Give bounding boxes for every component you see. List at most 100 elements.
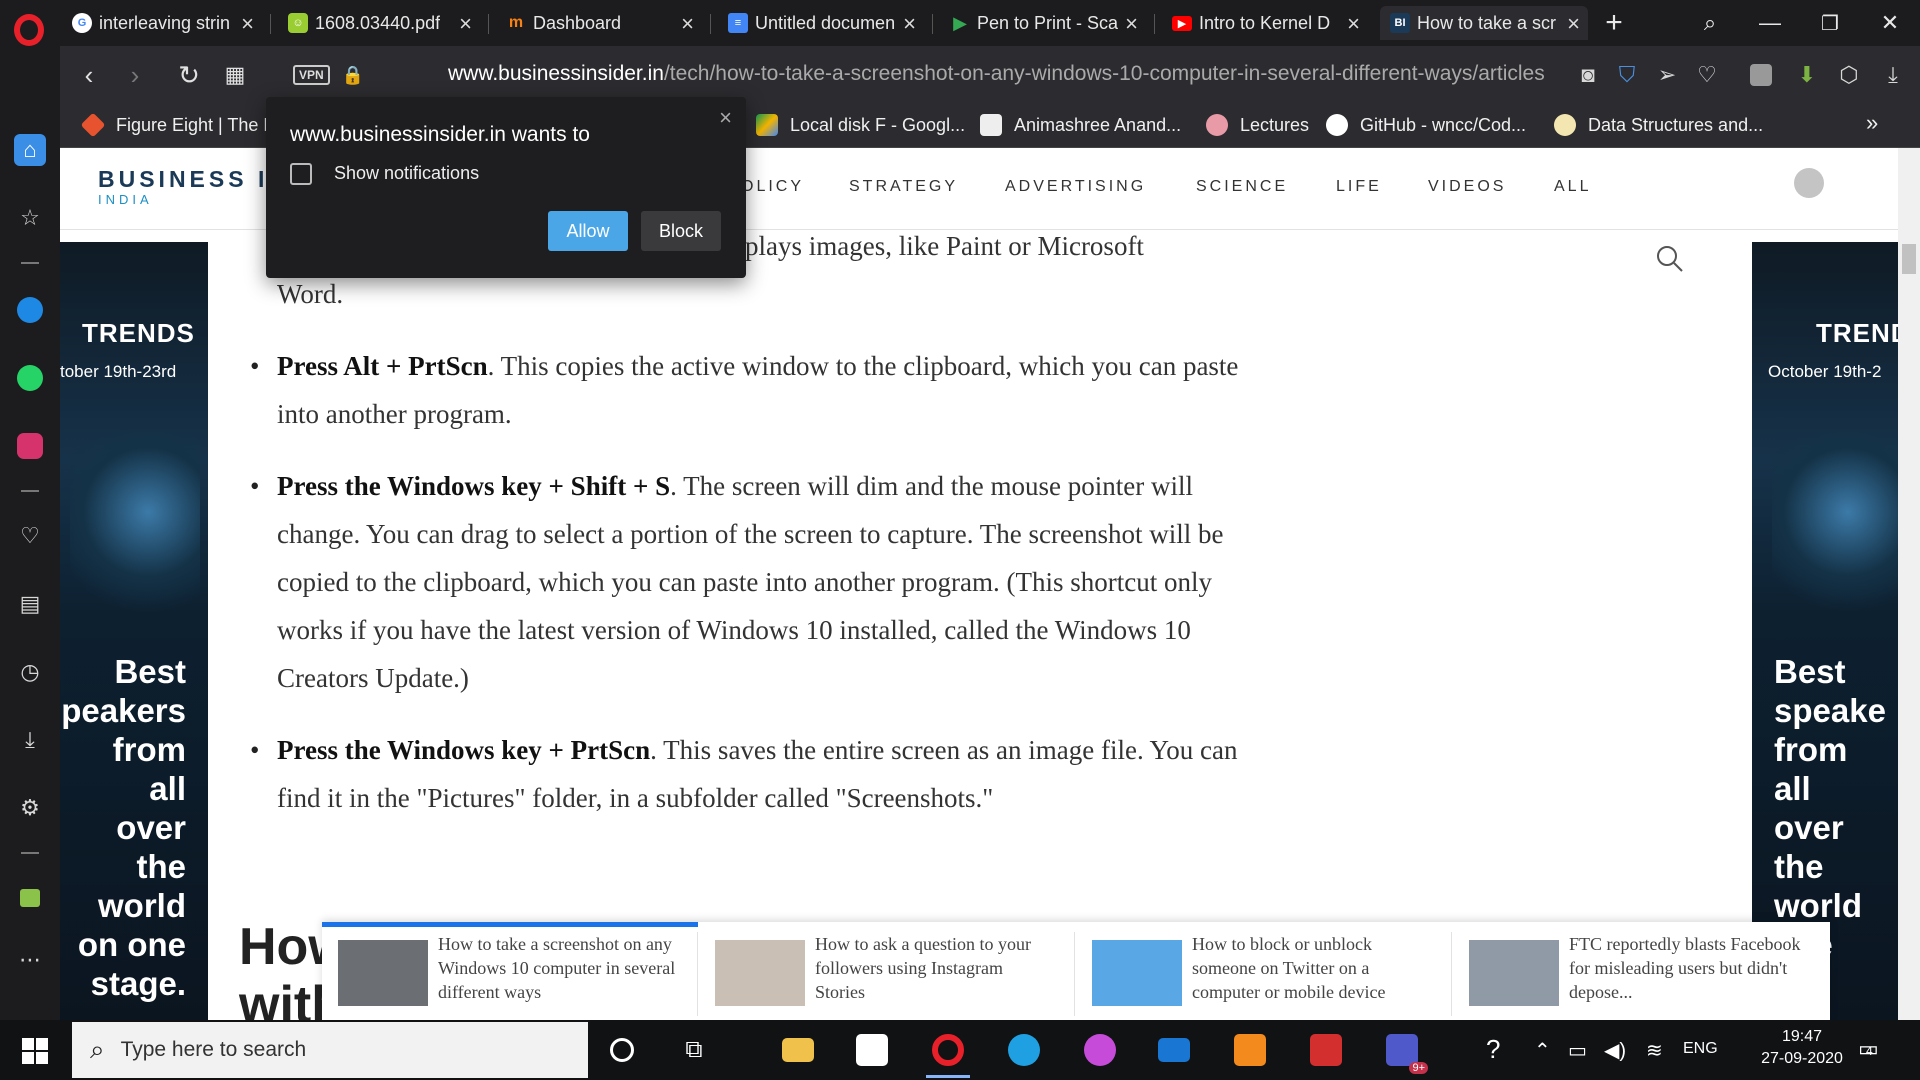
back-icon[interactable]: ‹: [72, 58, 106, 92]
battery-icon[interactable]: ▭: [1568, 1038, 1587, 1063]
shield-icon[interactable]: ⛉: [1612, 60, 1642, 90]
cortana-icon[interactable]: [600, 1028, 644, 1072]
home-icon[interactable]: ⌂: [14, 134, 46, 166]
task-view-icon[interactable]: ⧉: [672, 1028, 716, 1072]
tab[interactable]: ≡ Untitled documen ×: [718, 6, 924, 40]
left-ad-banner[interactable]: TRENDS tober 19th-23rd Best peakers from…: [60, 242, 208, 1020]
related-story[interactable]: How to take a screenshot on any Windows …: [322, 932, 698, 1016]
lock-icon[interactable]: 🔒: [336, 58, 370, 92]
reload-icon[interactable]: ↻: [172, 58, 206, 92]
opera-icon[interactable]: [926, 1028, 970, 1078]
chevron-up-icon[interactable]: ⌃: [1534, 1038, 1551, 1063]
easy-setup-icon[interactable]: ☰: [1916, 60, 1920, 90]
heart-outline-icon[interactable]: ♡: [1692, 60, 1722, 90]
teams-icon[interactable]: 9+: [1380, 1028, 1428, 1074]
tab-active[interactable]: BI How to take a scr ×: [1380, 6, 1588, 40]
site-logo[interactable]: BUSINESS IN: [98, 166, 289, 193]
nav-item[interactable]: VIDEOS: [1428, 178, 1506, 196]
sidebar-divider: [21, 262, 39, 264]
bookmark-item[interactable]: Lectures: [1206, 114, 1309, 136]
tab-grid-icon[interactable]: ▦: [218, 58, 252, 92]
send-icon[interactable]: ➢: [1652, 60, 1682, 90]
bookmark-item[interactable]: GitHub - wncc/Cod...: [1326, 114, 1526, 136]
extension-puzzle-icon[interactable]: [1746, 60, 1776, 90]
search-tabs-icon[interactable]: ⌕: [1690, 6, 1730, 40]
nav-item[interactable]: OLICY: [741, 178, 804, 196]
bookmark-item[interactable]: Animashree Anand...: [980, 114, 1181, 136]
extension-icon[interactable]: [14, 882, 46, 914]
bookmark-item[interactable]: Local disk F - Googl...: [756, 114, 965, 136]
wifi-icon[interactable]: ≋: [1646, 1038, 1663, 1063]
nav-item[interactable]: LIFE: [1336, 178, 1382, 196]
downloads-icon[interactable]: ⤓: [14, 724, 46, 756]
tab[interactable]: m Dashboard ×: [496, 6, 702, 40]
file-explorer-icon[interactable]: [776, 1028, 820, 1072]
right-ad-banner[interactable]: TREND October 19th-2 Best speake from al…: [1752, 242, 1898, 1020]
tab[interactable]: ☺ 1608.03440.pdf ×: [278, 6, 480, 40]
close-icon[interactable]: ×: [719, 105, 732, 131]
more-icon[interactable]: ⋯: [14, 944, 46, 976]
nav-item[interactable]: STRATEGY: [849, 178, 958, 196]
star-icon[interactable]: ☆: [14, 202, 46, 234]
forward-icon[interactable]: ›: [118, 58, 152, 92]
page-scrollbar[interactable]: [1898, 148, 1920, 1020]
close-tab-icon[interactable]: ×: [1125, 11, 1138, 37]
close-tab-icon[interactable]: ×: [903, 11, 916, 37]
close-window-icon[interactable]: ✕: [1870, 6, 1910, 40]
language-indicator[interactable]: ENG: [1683, 1040, 1718, 1058]
close-tab-icon[interactable]: ×: [681, 11, 694, 37]
minimize-icon[interactable]: —: [1750, 6, 1790, 40]
opera-logo-icon[interactable]: [14, 14, 44, 46]
new-tab-icon[interactable]: +: [1594, 6, 1634, 40]
vpn-badge[interactable]: VPN: [293, 65, 330, 85]
more-bookmarks-icon[interactable]: »: [1866, 110, 1878, 136]
action-center-icon[interactable]: ▭ 4: [1858, 1036, 1879, 1062]
microsoft-store-icon[interactable]: [850, 1028, 894, 1072]
taskbar-search-box[interactable]: ⌕ Type here to search: [72, 1022, 588, 1078]
nav-item[interactable]: SCIENCE: [1196, 178, 1288, 196]
nav-item[interactable]: ALL: [1554, 178, 1591, 196]
photo-app-icon[interactable]: [1078, 1028, 1122, 1072]
close-tab-icon[interactable]: ×: [1567, 11, 1580, 37]
acrobat-icon[interactable]: [1304, 1028, 1348, 1072]
related-story[interactable]: How to block or unblock someone on Twitt…: [1076, 932, 1452, 1016]
close-tab-icon[interactable]: ×: [459, 11, 472, 37]
camera-icon[interactable]: ◙: [1573, 60, 1603, 90]
mail-icon[interactable]: [1152, 1028, 1196, 1072]
close-tab-icon[interactable]: ×: [241, 11, 254, 37]
whatsapp-icon[interactable]: [14, 362, 46, 394]
notification-icon: [290, 163, 312, 185]
download-arrow-icon[interactable]: ⬇: [1792, 60, 1822, 90]
history-icon[interactable]: ◷: [14, 656, 46, 688]
bookmark-item[interactable]: Data Structures and...: [1554, 114, 1763, 136]
downloads-icon[interactable]: ⤓: [1878, 60, 1908, 90]
sublime-text-icon[interactable]: [1228, 1028, 1272, 1072]
tab[interactable]: G interleaving strin ×: [62, 6, 262, 40]
tab[interactable]: ▶ Pen to Print - Sca ×: [940, 6, 1146, 40]
clock[interactable]: 19:47 27-09-2020: [1757, 1026, 1847, 1070]
block-button[interactable]: Block: [641, 211, 721, 251]
windows-start-icon[interactable]: [22, 1038, 48, 1064]
edge-icon[interactable]: [1002, 1028, 1046, 1072]
scrollbar-thumb[interactable]: [1902, 244, 1916, 274]
search-icon[interactable]: [1655, 244, 1685, 274]
allow-button[interactable]: Allow: [548, 211, 628, 251]
youtube-icon: ▶: [1172, 15, 1192, 31]
volume-icon[interactable]: ◀): [1604, 1038, 1626, 1063]
url-field[interactable]: www.businessinsider.in/tech/how-to-take-…: [448, 62, 1560, 86]
bookmark-item[interactable]: Figure Eight | The E: [80, 112, 275, 138]
instagram-icon[interactable]: [14, 430, 46, 462]
box-icon[interactable]: ⬡: [1834, 60, 1864, 90]
related-story[interactable]: FTC reportedly blasts Facebook for misle…: [1453, 932, 1829, 1016]
messenger-icon[interactable]: [14, 294, 46, 326]
nav-item[interactable]: ADVERTISING: [1005, 178, 1146, 196]
heart-icon[interactable]: ♡: [14, 520, 46, 552]
help-icon[interactable]: ?: [1486, 1034, 1500, 1065]
globe-icon[interactable]: [1794, 168, 1824, 198]
news-icon[interactable]: ▤: [14, 588, 46, 620]
related-story[interactable]: How to ask a question to your followers …: [699, 932, 1075, 1016]
close-tab-icon[interactable]: ×: [1347, 11, 1360, 37]
tab[interactable]: ▶ Intro to Kernel D ×: [1162, 6, 1368, 40]
restore-icon[interactable]: ❐: [1810, 6, 1850, 40]
settings-icon[interactable]: ⚙: [14, 792, 46, 824]
